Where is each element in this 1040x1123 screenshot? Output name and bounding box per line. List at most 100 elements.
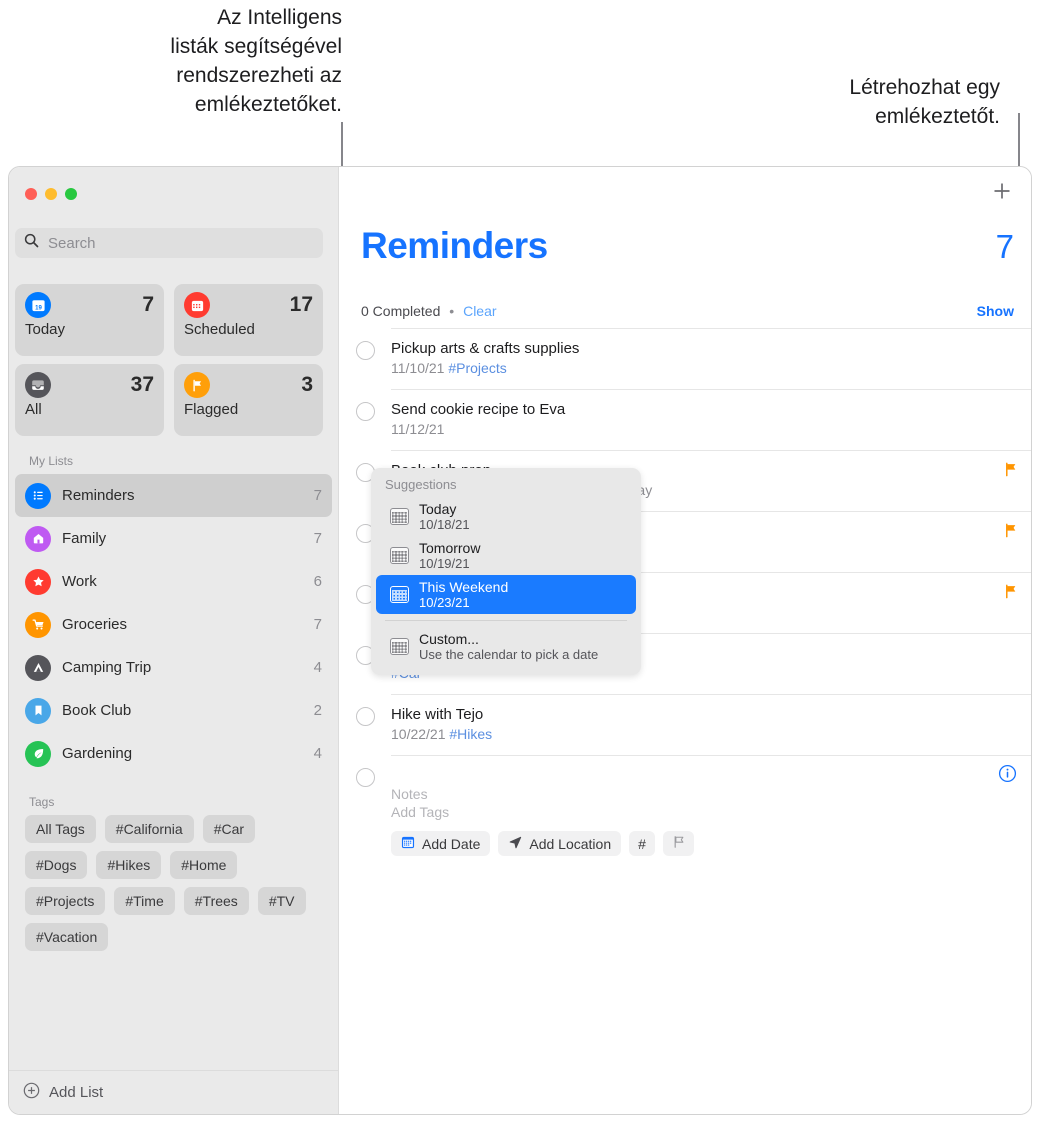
search-input[interactable]: Search xyxy=(15,228,323,258)
reminders-app-window: Search 19 7 Today 17 Scheduled 37 All 3 … xyxy=(8,166,1032,1115)
add-date-button[interactable]: Add Date xyxy=(391,831,491,856)
tag-chip[interactable]: #Hikes xyxy=(96,851,162,879)
add-tag-button[interactable]: # xyxy=(629,831,655,856)
tag-chip[interactable]: #Dogs xyxy=(25,851,88,879)
new-reminder-tags-input[interactable]: Add Tags xyxy=(391,804,1017,820)
tag-chip[interactable]: #TV xyxy=(257,887,306,915)
calendar-day-icon: 19 xyxy=(25,292,51,318)
tag-chip[interactable]: #Vacation xyxy=(25,923,109,951)
sidebar-item-count: 4 xyxy=(313,659,322,676)
tent-icon xyxy=(25,654,51,681)
suggestions-title: Suggestions xyxy=(385,477,457,492)
table-row[interactable]: Hike with Tejo 10/22/21 #Hikes xyxy=(339,694,1031,755)
complete-checkbox[interactable] xyxy=(356,768,375,787)
tags-header: Tags xyxy=(29,795,55,809)
show-completed-link[interactable]: Show xyxy=(977,303,1014,319)
complete-checkbox[interactable] xyxy=(356,341,375,360)
sidebar-item-camping-trip[interactable]: Camping Trip 4 xyxy=(15,646,332,689)
tags-section: Tags All Tags #California #Car #Dogs #Hi… xyxy=(9,795,338,951)
reminder-tag[interactable]: #Hikes xyxy=(449,726,492,742)
sidebar: Search 19 7 Today 17 Scheduled 37 All 3 … xyxy=(9,167,339,1114)
smart-list-label: Flagged xyxy=(184,401,239,418)
new-reminder-editor-row[interactable]: Notes Add Tags Add Date Add Location # xyxy=(339,755,1031,862)
sidebar-item-count: 2 xyxy=(313,702,322,719)
callout-left-text: Az Intelligens listák segítségével rends… xyxy=(170,6,342,116)
separator-dot: • xyxy=(449,303,455,319)
bulleted-list-icon xyxy=(25,482,51,509)
info-circle-icon[interactable] xyxy=(998,764,1017,788)
reminder-subtitle: 10/22/21 #Hikes xyxy=(391,726,1017,742)
calendar-icon xyxy=(401,836,415,852)
flag-toggle-button[interactable] xyxy=(662,831,694,856)
close-button[interactable] xyxy=(25,188,37,200)
sidebar-item-family[interactable]: Family 7 xyxy=(15,517,332,560)
main-header: Reminders 7 xyxy=(361,225,1014,267)
my-lists-section: My Lists Reminders 7 Family 7 Work 6 Gro… xyxy=(9,454,338,775)
smart-list-count: 3 xyxy=(301,373,313,396)
flag-outline-icon xyxy=(672,835,685,852)
tag-chip[interactable]: #Projects xyxy=(25,887,106,915)
table-row[interactable]: Pickup arts & crafts supplies 11/10/21 #… xyxy=(339,328,1031,389)
reminder-title: Pickup arts & crafts supplies xyxy=(391,340,580,357)
sidebar-item-label: Camping Trip xyxy=(62,659,152,676)
smart-list-all[interactable]: 37 All xyxy=(15,364,164,436)
sidebar-item-count: 4 xyxy=(313,745,322,762)
smart-list-today[interactable]: 19 7 Today xyxy=(15,284,164,356)
suggestion-item-this-weekend[interactable]: This Weekend 10/23/21 xyxy=(376,575,636,614)
add-reminder-button[interactable] xyxy=(990,181,1014,205)
suggestion-item-custom[interactable]: Custom... Use the calendar to pick a dat… xyxy=(376,627,636,666)
clear-completed-link[interactable]: Clear xyxy=(463,303,496,319)
reminder-tag[interactable]: #Projects xyxy=(448,360,506,376)
new-reminder-notes-input[interactable]: Notes xyxy=(391,786,1017,802)
hash-icon: # xyxy=(638,835,646,852)
tag-chip[interactable]: #Car xyxy=(202,815,256,843)
add-list-button[interactable]: Add List xyxy=(9,1070,338,1114)
flag-icon[interactable] xyxy=(1004,523,1017,542)
smart-list-count: 7 xyxy=(142,293,154,316)
tag-chip[interactable]: #Time xyxy=(114,887,175,915)
suggestion-item-today[interactable]: Today 10/18/21 xyxy=(376,497,636,536)
sidebar-item-label: Reminders xyxy=(62,487,135,504)
calendar-icon xyxy=(390,547,409,564)
suggestion-item-tomorrow[interactable]: Tomorrow 10/19/21 xyxy=(376,536,636,575)
shopping-cart-icon xyxy=(25,611,51,638)
complete-checkbox[interactable] xyxy=(356,707,375,726)
complete-checkbox[interactable] xyxy=(356,402,375,421)
smart-list-flagged[interactable]: 3 Flagged xyxy=(174,364,323,436)
flag-icon xyxy=(184,372,210,398)
smart-list-label: Today xyxy=(25,321,66,338)
sidebar-item-label: Work xyxy=(62,573,97,590)
page-count: 7 xyxy=(995,228,1014,265)
tag-chip[interactable]: All Tags xyxy=(25,815,96,843)
smart-list-scheduled[interactable]: 17 Scheduled xyxy=(174,284,323,356)
tag-chip[interactable]: #Trees xyxy=(183,887,249,915)
search-icon xyxy=(24,233,39,253)
calendar-icon xyxy=(390,508,409,525)
sidebar-item-work[interactable]: Work 6 xyxy=(15,560,332,603)
sidebar-item-groceries[interactable]: Groceries 7 xyxy=(15,603,332,646)
suggestion-label: This Weekend xyxy=(419,579,509,595)
table-row[interactable]: Send cookie recipe to Eva 11/12/21 xyxy=(339,389,1031,450)
add-location-button[interactable]: Add Location xyxy=(498,831,622,856)
sidebar-item-label: Book Club xyxy=(62,702,132,719)
sidebar-item-book-club[interactable]: Book Club 2 xyxy=(15,689,332,732)
reminder-subtitle: 11/10/21 #Projects xyxy=(391,360,1017,376)
sidebar-item-count: 6 xyxy=(313,573,322,590)
maximize-button[interactable] xyxy=(65,188,77,200)
sidebar-item-gardening[interactable]: Gardening 4 xyxy=(15,732,332,775)
sidebar-item-reminders[interactable]: Reminders 7 xyxy=(15,474,332,517)
suggestions-divider xyxy=(385,620,627,621)
flag-icon[interactable] xyxy=(1004,584,1017,603)
tag-chip[interactable]: #California xyxy=(104,815,194,843)
callout-right-text: Létrehozhat egy emlékeztetőt. xyxy=(849,76,1000,128)
plus-icon xyxy=(992,181,1012,206)
completed-bar: 0 Completed • Clear Show xyxy=(361,303,1014,319)
minimize-button[interactable] xyxy=(45,188,57,200)
suggestion-label: Tomorrow xyxy=(419,540,481,556)
sidebar-item-count: 7 xyxy=(313,530,322,547)
calendar-icon xyxy=(390,638,409,655)
reminder-date: 11/12/21 xyxy=(391,421,445,437)
flag-icon[interactable] xyxy=(1004,462,1017,481)
tag-chip[interactable]: #Home xyxy=(170,851,238,879)
reminder-title: Hike with Tejo xyxy=(391,706,484,723)
